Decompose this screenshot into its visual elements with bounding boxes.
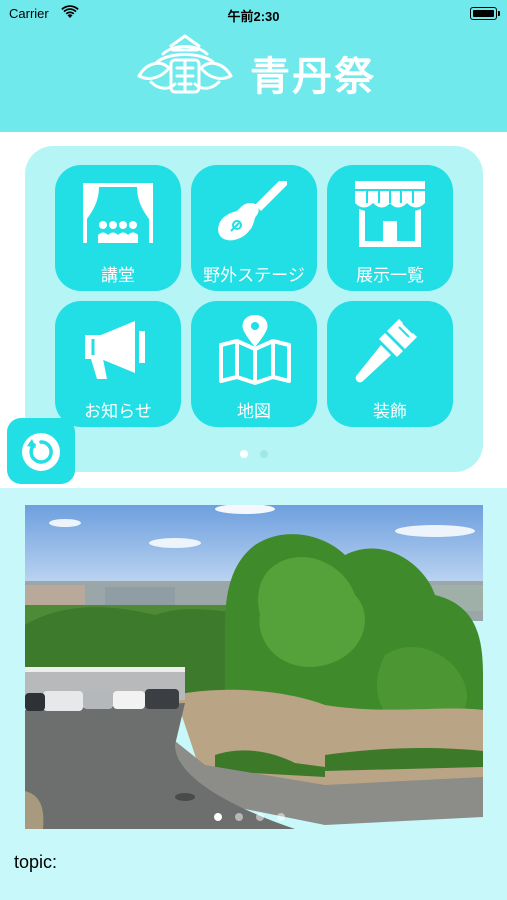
refresh-icon: [22, 433, 60, 471]
campus-photo[interactable]: [25, 505, 483, 829]
tile-auditorium-label: 講堂: [101, 266, 135, 286]
school-crest-logo: [133, 32, 237, 98]
tile-exhibits-label: 展示一覧: [356, 266, 424, 286]
photo-dot[interactable]: [277, 813, 285, 821]
tile-map[interactable]: 地図: [191, 301, 317, 427]
megaphone-icon: [55, 315, 181, 387]
tile-map-label: 地図: [237, 402, 271, 422]
tile-outdoor-stage-label: 野外ステージ: [203, 266, 305, 286]
status-bar: Carrier 午前2:30: [0, 0, 507, 28]
photo-dot[interactable]: [256, 813, 264, 821]
tile-notices-label: お知らせ: [84, 402, 152, 422]
photo-page-indicator[interactable]: [214, 813, 294, 823]
photo-dot[interactable]: [235, 813, 243, 821]
app-title: 青丹祭: [250, 54, 376, 100]
tile-decoration-label: 装飾: [373, 402, 407, 422]
tile-notices[interactable]: お知らせ: [55, 301, 181, 427]
status-time: 午前2:30: [227, 9, 280, 24]
menu-page-indicator[interactable]: [236, 450, 276, 460]
auditorium-icon: [55, 179, 181, 251]
tile-auditorium[interactable]: 講堂: [55, 165, 181, 291]
photo-dot-active[interactable]: [214, 813, 222, 821]
tile-outdoor-stage[interactable]: 野外ステージ: [191, 165, 317, 291]
battery-icon: [470, 7, 500, 20]
map-icon: [191, 315, 317, 387]
refresh-button[interactable]: [7, 418, 75, 484]
shop-icon: [327, 179, 453, 251]
app-header: Carrier 午前2:30 青丹祭: [0, 0, 507, 132]
tile-exhibits[interactable]: 展示一覧: [327, 165, 453, 291]
tile-decoration[interactable]: 装飾: [327, 301, 453, 427]
guitar-icon: [191, 179, 317, 251]
page-dot[interactable]: [260, 450, 268, 458]
page-dot-active[interactable]: [240, 450, 248, 458]
topic-label: topic:: [14, 852, 58, 872]
paintbrush-icon: [327, 315, 453, 387]
